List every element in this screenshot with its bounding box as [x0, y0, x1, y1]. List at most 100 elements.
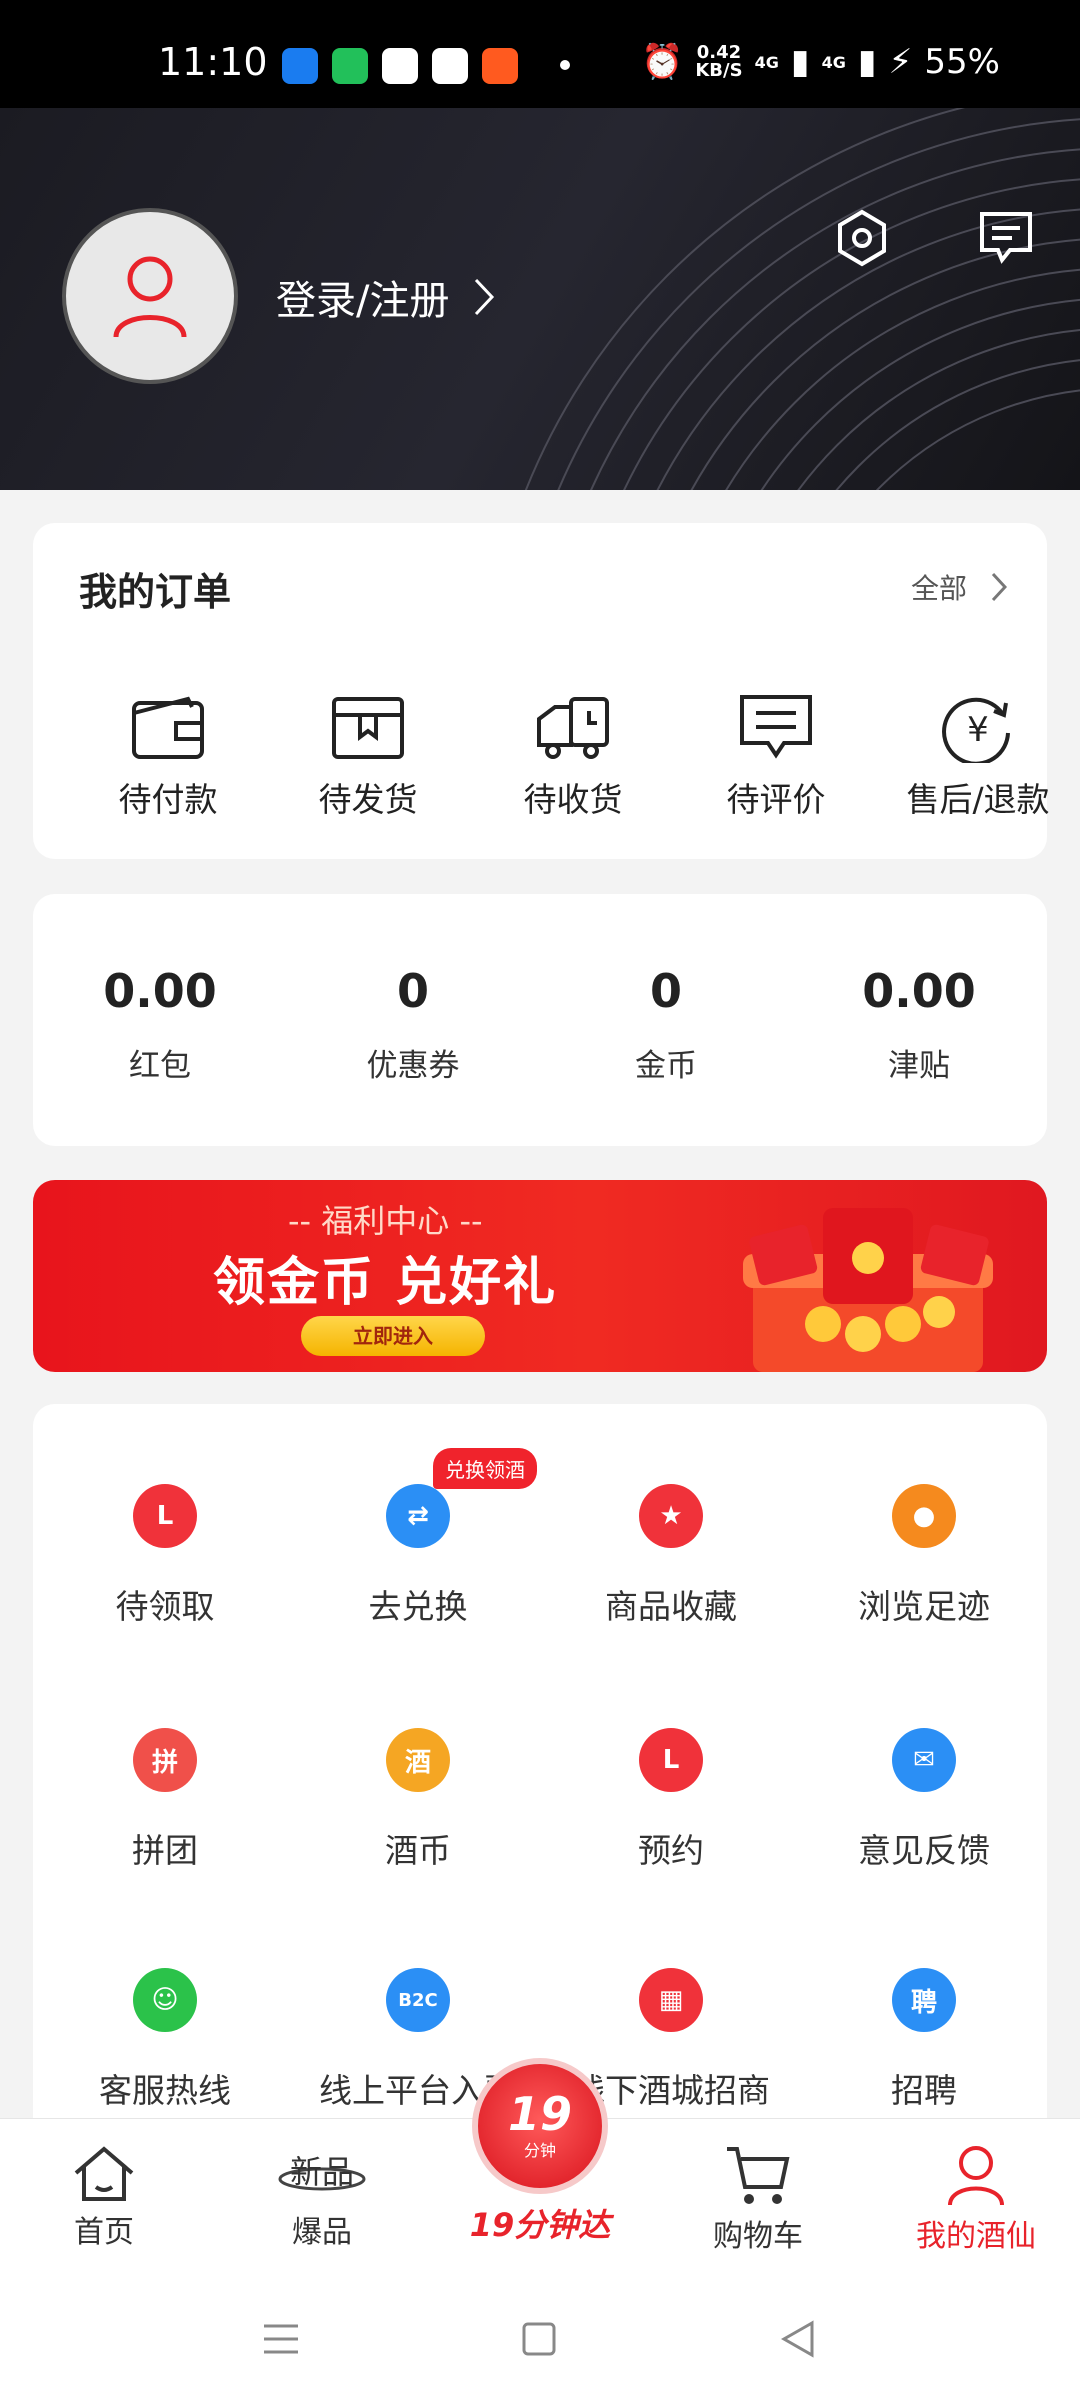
chevron-right-icon	[475, 278, 495, 316]
tool-clock[interactable]: L 预约	[546, 1728, 796, 1872]
cart-icon	[727, 2147, 790, 2204]
order-pending-payment[interactable]: 待付款	[68, 693, 268, 821]
orders-title: 我的订单	[79, 570, 232, 614]
allowance-value: 0.00	[862, 964, 976, 1018]
back-triangle-icon[interactable]	[780, 2320, 816, 2358]
svg-text:¥: ¥	[967, 710, 989, 750]
delivery-minutes-unit: 分钟	[523, 2141, 556, 2160]
signal-icon-2: ▮	[857, 42, 877, 82]
gold-coin-label: 金币	[635, 1048, 697, 1084]
tool-gift-box[interactable]: L 待领取	[40, 1484, 290, 1628]
svg-text:新品: 新品	[290, 2153, 354, 2191]
wallet-icon	[132, 696, 204, 759]
tool-label: 待领取	[115, 1587, 215, 1626]
settings-icon[interactable]	[832, 208, 892, 268]
cloud-notification-icon	[432, 48, 468, 84]
home-square-icon[interactable]	[522, 2322, 556, 2356]
tool-recruit[interactable]: 聘招聘	[799, 1968, 1049, 2112]
order-label: 售后/退款	[906, 780, 1050, 819]
banner-enter-button[interactable]: 立即进入	[301, 1316, 485, 1356]
b2c-icon: B2C	[386, 1968, 450, 2032]
banner-subtitle: -- 福利中心 --	[288, 1202, 483, 1240]
login-register-link[interactable]: 登录/注册	[276, 268, 495, 326]
tool-label: 浏览足迹	[858, 1587, 990, 1626]
red-packet-summary[interactable]: 0.00 红包	[60, 964, 260, 1085]
tool-label: 拼团	[132, 1831, 198, 1870]
footprint-icon: ●	[892, 1484, 956, 1548]
tool-label: 去兑换	[368, 1587, 468, 1626]
coupon-summary[interactable]: 0 优惠券	[313, 964, 513, 1085]
app-notification-icon	[282, 48, 318, 84]
speed-unit: KB/S	[695, 60, 743, 81]
gold-coin-summary[interactable]: 0 金币	[566, 964, 766, 1085]
order-refund[interactable]: ¥ 售后/退款	[878, 693, 1078, 821]
exchange-icon: ⇄	[386, 1484, 450, 1548]
coupon-value: 0	[396, 964, 429, 1018]
notification-icons	[282, 48, 518, 84]
tab-19-min-delivery[interactable]: 19 分钟 19分钟达	[465, 2058, 615, 2246]
battery-level: 55%	[924, 42, 1000, 82]
orders-view-all[interactable]: 全部	[911, 567, 1007, 607]
tab-hot-label: 爆品	[292, 2215, 352, 2250]
network-type-1: 4G	[754, 52, 779, 72]
tab-cart-label: 购物车	[713, 2219, 803, 2254]
view-all-label: 全部	[910, 572, 967, 605]
message-icon[interactable]	[976, 208, 1036, 268]
wine-coin-icon: 酒	[386, 1728, 450, 1792]
tool-exchange[interactable]: ⇄ 去兑换	[293, 1484, 543, 1628]
home-icon	[74, 2146, 134, 2201]
headset-icon: ☺	[133, 1968, 197, 2032]
chat-notification-icon	[332, 48, 368, 84]
order-label: 待收货	[523, 780, 623, 819]
chevron-right-icon	[991, 572, 1007, 602]
status-right: ⏰ 0.42 KB/S 4G ▮ 4G ▮ ⚡ 55%	[641, 42, 1000, 82]
tool-mail[interactable]: ✉ 意见反馈	[799, 1728, 1049, 1872]
truck-icon	[537, 697, 609, 759]
comment-icon	[740, 695, 812, 759]
order-pending-receipt[interactable]: 待收货	[473, 693, 673, 821]
tool-label: 意见反馈	[858, 1831, 990, 1870]
tool-wine-coin[interactable]: 酒酒币	[293, 1728, 543, 1872]
delivery-timer-icon: 19 分钟	[472, 2058, 608, 2194]
store-icon: ▦	[639, 1968, 703, 2032]
system-navigation-bar	[0, 2278, 1080, 2400]
tool-label: 酒币	[385, 1831, 451, 1870]
tool-star[interactable]: ★ 商品收藏	[546, 1484, 796, 1628]
status-bar: 11:10 ⏰ 0.42 KB/S 4G ▮ 4G ▮ ⚡ 55%	[0, 0, 1080, 108]
clock-icon: L	[639, 1728, 703, 1792]
tool-headset[interactable]: ☺ 客服热线	[40, 1968, 290, 2112]
box-icon	[332, 697, 404, 759]
tool-label: 招聘	[891, 2071, 957, 2110]
login-label: 登录/注册	[276, 278, 450, 324]
tab-cart[interactable]: 购物车	[668, 2143, 848, 2255]
allowance-summary[interactable]: 0.00 津贴	[819, 964, 1019, 1085]
tool-footprint[interactable]: ● 浏览足迹	[799, 1484, 1049, 1628]
tab-home-label: 首页	[74, 2215, 134, 2250]
order-pending-shipment[interactable]: 待发货	[268, 693, 468, 821]
red-packet-value: 0.00	[103, 964, 217, 1018]
gift-chest-illustration	[743, 1208, 993, 1372]
tab-mine[interactable]: 我的酒仙	[886, 2143, 1066, 2255]
avatar[interactable]	[62, 208, 238, 384]
tab-hot[interactable]: 新品 爆品	[232, 2143, 412, 2251]
menu-icon[interactable]	[262, 2322, 300, 2356]
order-label: 待发货	[318, 780, 418, 819]
coupon-label: 优惠券	[366, 1048, 460, 1084]
network-type-2: 4G	[821, 52, 846, 72]
charging-icon: ⚡	[888, 42, 913, 82]
alarm-icon: ⏰	[641, 42, 684, 82]
wallet-summary-card: 0.00 红包 0 优惠券 0 金币 0.00 津贴	[33, 894, 1047, 1146]
tab-home[interactable]: 首页	[14, 2143, 194, 2251]
wallet-notification-icon	[382, 48, 418, 84]
banner-title: 领金币 兑好礼	[213, 1253, 558, 1313]
welfare-center-banner[interactable]: -- 福利中心 -- 领金币 兑好礼 立即进入	[33, 1180, 1047, 1372]
group-buy-icon: 拼	[133, 1728, 197, 1792]
tool-label: 客服热线	[99, 2071, 231, 2110]
tool-label: 预约	[638, 1831, 704, 1870]
shop-notification-icon	[482, 48, 518, 84]
tool-group-buy[interactable]: 拼拼团	[40, 1728, 290, 1872]
order-pending-review[interactable]: 待评价	[676, 693, 876, 821]
more-notifications-dot	[560, 60, 570, 70]
user-icon	[948, 2146, 1004, 2206]
tool-label: 商品收藏	[605, 1587, 737, 1626]
